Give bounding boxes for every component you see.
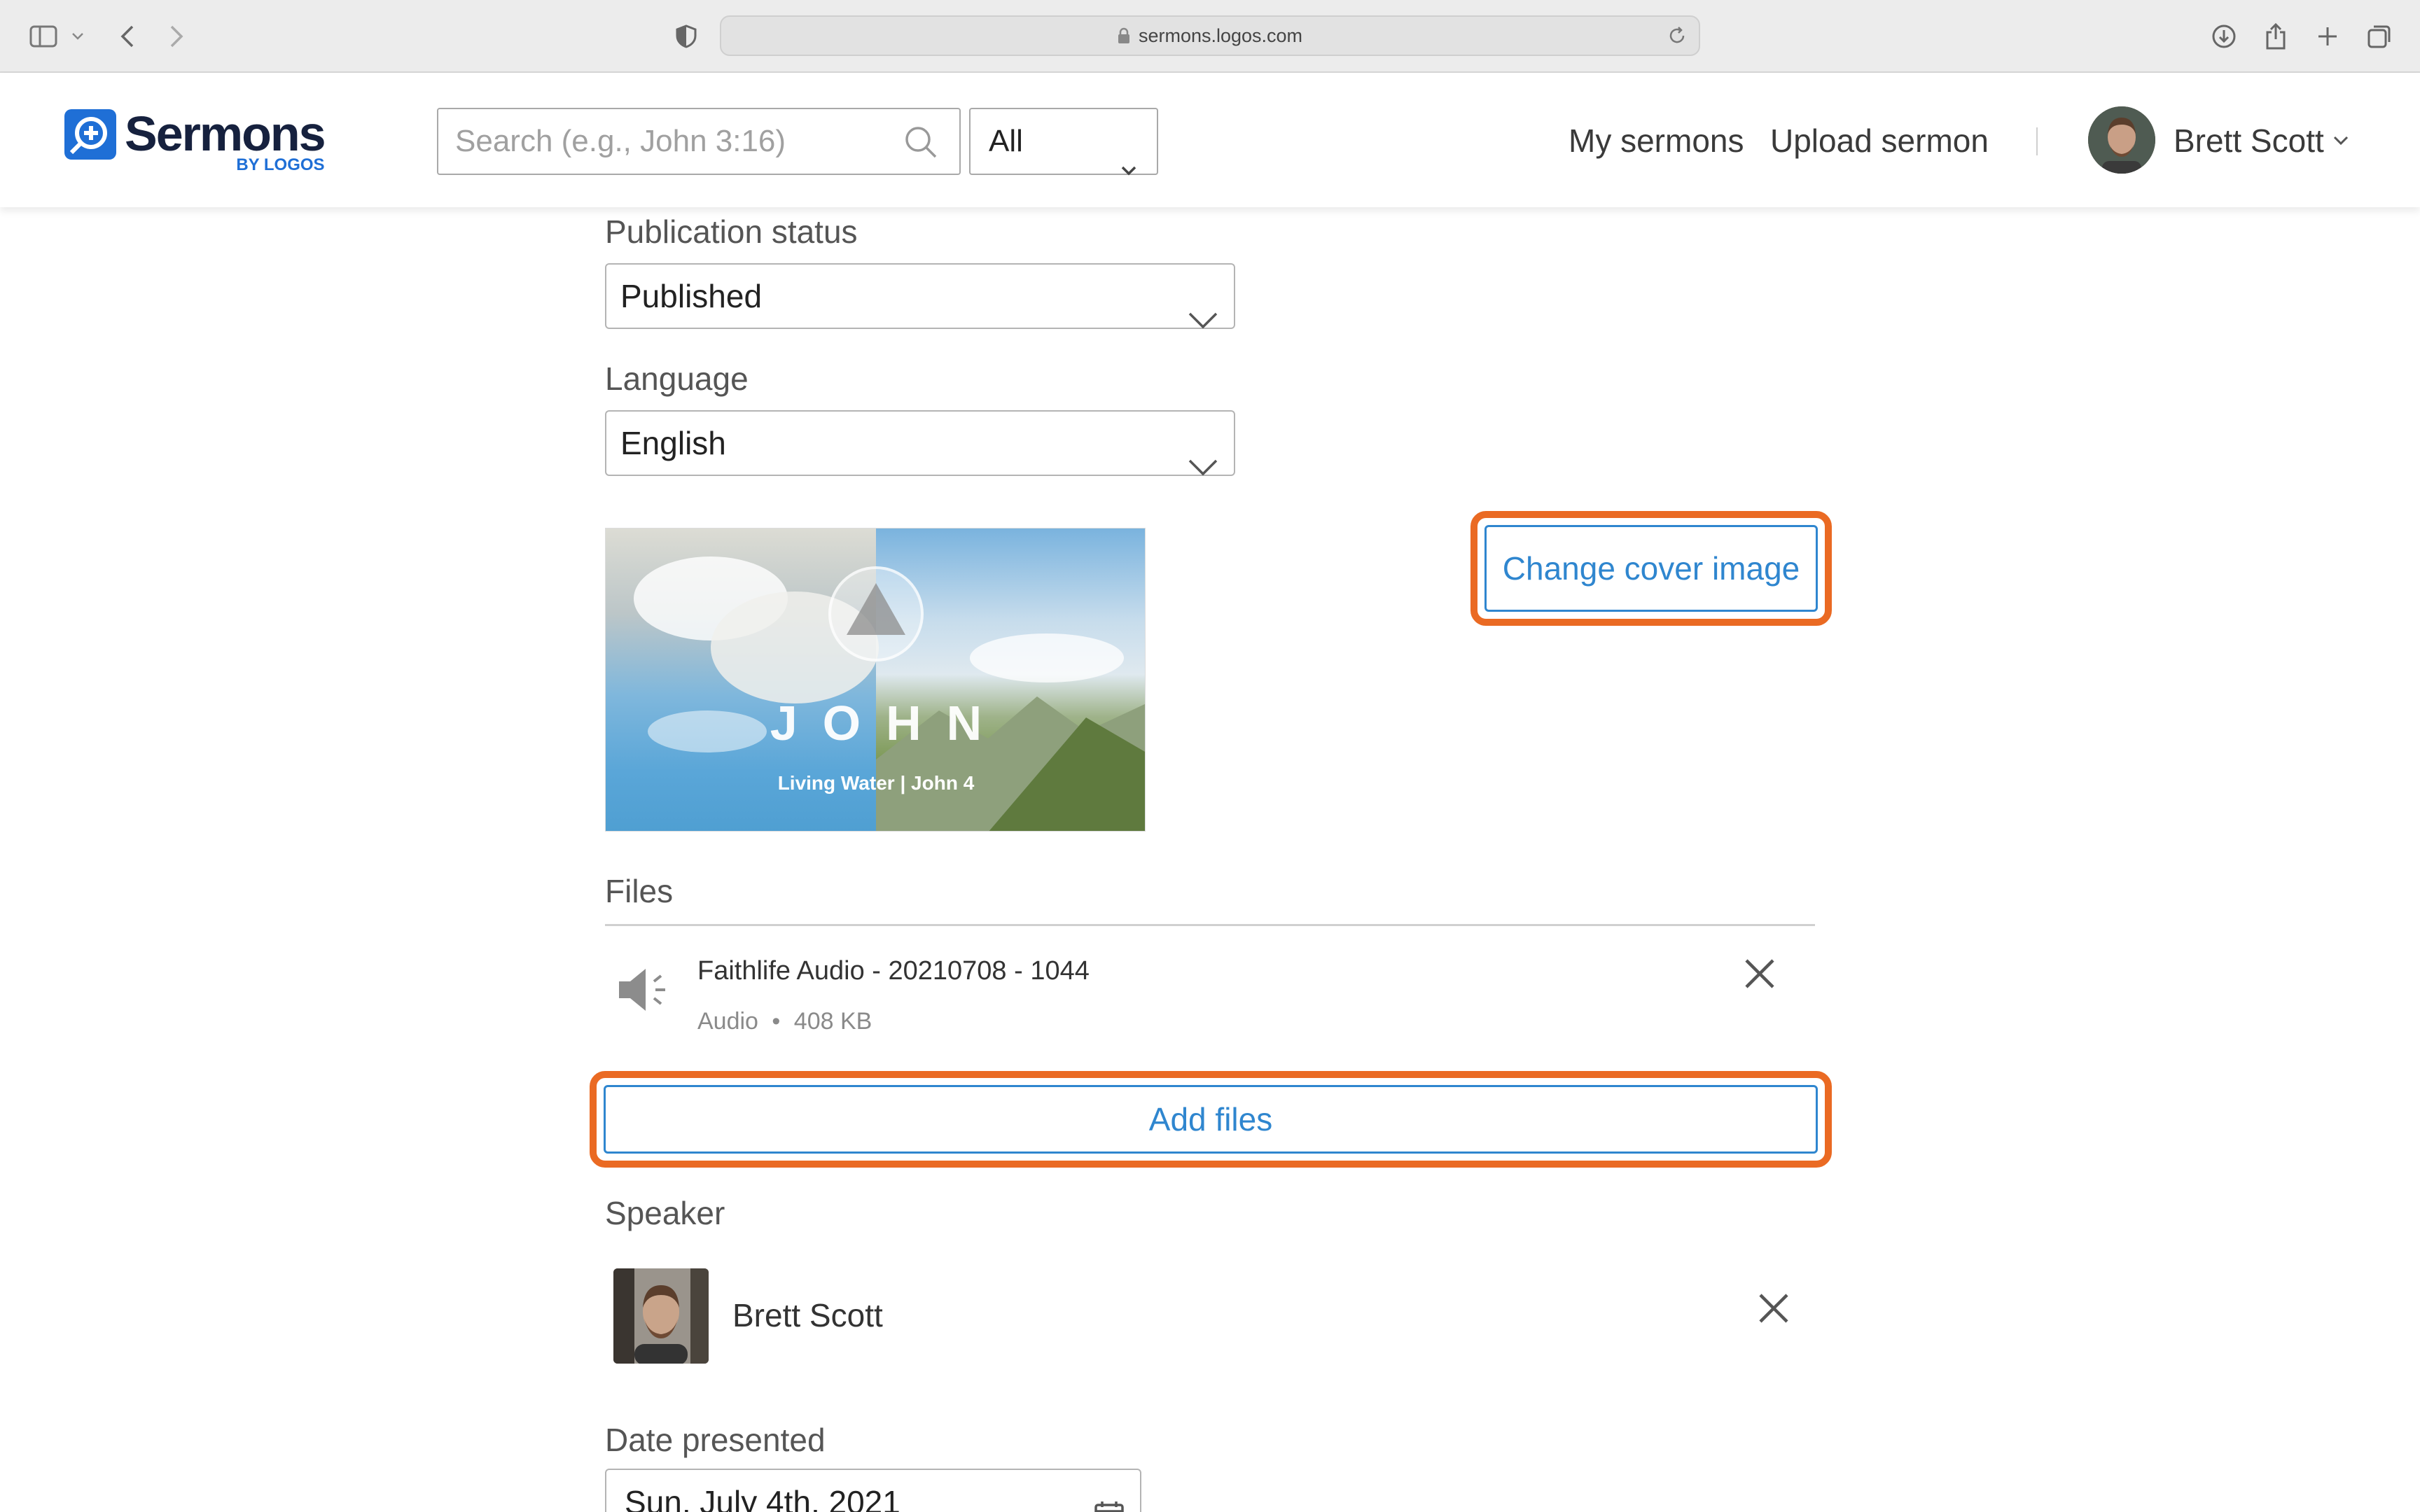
nav-upload-sermon[interactable]: Upload sermon <box>1770 122 1989 160</box>
publication-status-label: Publication status <box>605 214 858 250</box>
date-presented-value: Sun, July 4th, 2021 <box>625 1484 900 1512</box>
change-cover-image-button[interactable]: Change cover image <box>1484 525 1818 612</box>
speaker-label: Speaker <box>605 1195 725 1231</box>
forward-icon[interactable] <box>161 18 192 55</box>
chevron-down-icon[interactable] <box>2333 136 2349 149</box>
remove-file-close-icon[interactable] <box>1744 958 1776 993</box>
lock-icon <box>1118 27 1130 44</box>
date-presented-label: Date presented <box>605 1422 826 1458</box>
files-divider <box>605 924 1815 926</box>
cover-title: JOHN <box>770 696 1008 750</box>
avatar[interactable] <box>2088 106 2155 174</box>
add-files-button[interactable]: Add files <box>604 1085 1818 1154</box>
chevron-down-icon <box>1188 287 1218 350</box>
file-type: Audio <box>697 1008 758 1035</box>
speaker-icon <box>616 963 674 1020</box>
chevron-down-icon <box>1120 134 1137 199</box>
user-name[interactable]: Brett Scott <box>2174 122 2324 160</box>
address-bar[interactable]: sermons.logos.com <box>720 15 1700 56</box>
calendar-icon[interactable] <box>1094 1487 1125 1512</box>
sidebar-toggle-icon[interactable] <box>25 18 62 55</box>
chevron-down-icon <box>1188 434 1218 497</box>
publication-status-select[interactable]: Published <box>605 263 1235 329</box>
speaker-avatar <box>613 1268 709 1364</box>
search-filter-value: All <box>989 124 1023 158</box>
shield-icon[interactable] <box>671 18 702 55</box>
sermons-logo[interactable]: Sermons BY LOGOS <box>64 106 326 175</box>
language-value: English <box>620 425 726 461</box>
file-name: Faithlife Audio - 20210708 - 1044 <box>697 956 1090 986</box>
sermons-logo-icon <box>64 109 116 160</box>
language-label: Language <box>605 360 749 397</box>
back-icon[interactable] <box>112 18 143 55</box>
publication-status-value: Published <box>620 278 763 314</box>
reload-icon[interactable] <box>1667 25 1688 46</box>
remove-speaker-close-icon[interactable] <box>1758 1292 1790 1328</box>
new-tab-icon[interactable] <box>2312 18 2343 55</box>
browser-chrome: sermons.logos.com <box>0 0 2420 73</box>
share-icon[interactable] <box>2260 18 2291 55</box>
url-text: sermons.logos.com <box>1138 24 1303 46</box>
search-filter-select[interactable]: All <box>969 108 1158 176</box>
date-presented-input[interactable]: Sun, July 4th, 2021 <box>605 1469 1141 1512</box>
file-meta: Audio • 408 KB <box>697 1008 872 1035</box>
nav-divider <box>2036 127 2038 155</box>
search-icon[interactable] <box>903 125 938 163</box>
search-box <box>437 108 961 175</box>
file-meta-separator: • <box>772 1008 781 1035</box>
file-size: 408 KB <box>793 1008 872 1035</box>
files-label: Files <box>605 873 674 909</box>
download-icon[interactable] <box>2209 18 2239 55</box>
search-input[interactable] <box>438 109 872 174</box>
language-select[interactable]: English <box>605 410 1235 476</box>
chevron-down-icon[interactable] <box>67 18 88 55</box>
nav-my-sermons[interactable]: My sermons <box>1569 122 1744 160</box>
cover-image: JOHN Living Water | John 4 <box>605 528 1146 832</box>
logo-word: Sermons <box>125 106 326 161</box>
speaker-name: Brett Scott <box>732 1297 883 1334</box>
cover-subtitle: Living Water | John 4 <box>777 772 975 794</box>
tab-overview-icon[interactable] <box>2364 18 2395 55</box>
site-header: Sermons BY LOGOS All My sermons Upload s… <box>0 73 2420 207</box>
